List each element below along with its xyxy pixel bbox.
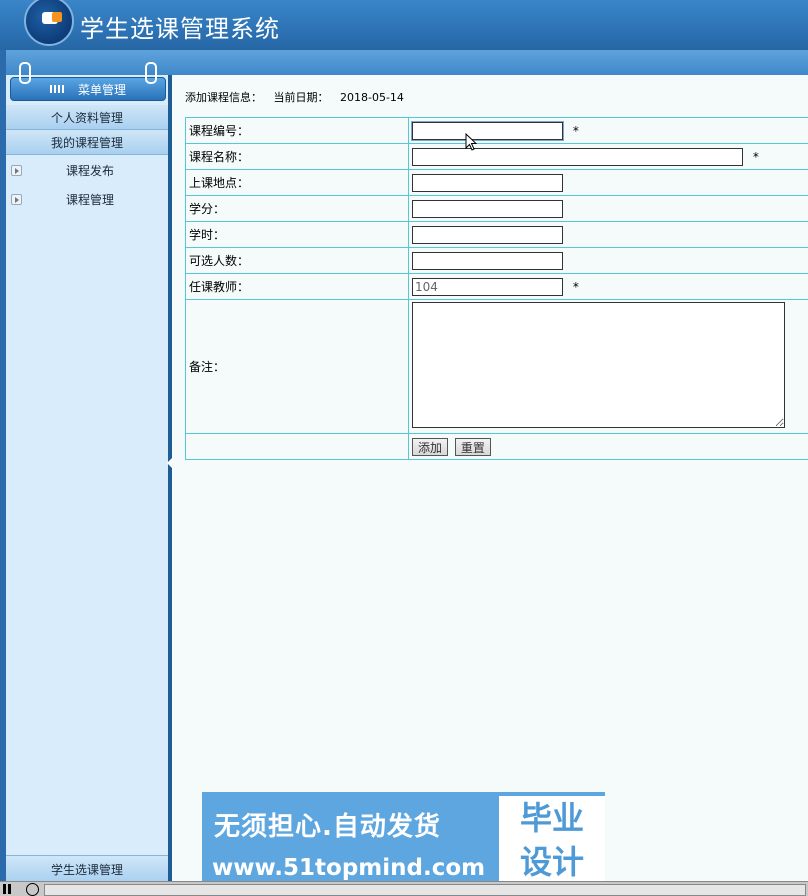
sidebar-section-profile[interactable]: 个人资料管理 (6, 105, 168, 130)
capacity-input[interactable] (412, 252, 563, 270)
sidebar-item-course-publish[interactable]: 课程发布 (6, 157, 168, 183)
sub-toolbar (6, 50, 808, 75)
field-label: 课程名称： (186, 144, 409, 170)
sidebar-section-my-courses[interactable]: 我的课程管理 (6, 130, 168, 155)
course-name-input[interactable] (412, 148, 743, 166)
logo-dot (52, 12, 62, 22)
field-label: 任课教师： (186, 274, 409, 300)
main-content: 添加课程信息： 当前日期： 2018-05-14 课程编号： * 课程名称： *… (172, 75, 808, 881)
field-cell (409, 170, 808, 196)
required-mark: * (573, 280, 579, 294)
watermark-url: www.51topmind.com (212, 855, 485, 881)
sidebar-item-label: 课程发布 (66, 162, 114, 179)
hours-input[interactable] (412, 226, 563, 244)
sidebar-footer[interactable]: 学生选课管理 (6, 855, 168, 882)
watermark-badge-top: 毕业 (499, 796, 605, 840)
reset-button[interactable]: 重置 (455, 438, 491, 456)
field-label: 备注： (186, 300, 409, 434)
watermark-badge-bottom: 设计 (499, 840, 605, 884)
table-row: 任课教师： * (186, 274, 808, 300)
table-row: 上课地点： (186, 170, 808, 196)
field-cell (409, 248, 808, 274)
menu-grid-icon (50, 85, 64, 93)
table-row: 可选人数： (186, 248, 808, 274)
sidebar-section-label: 个人资料管理 (51, 109, 123, 126)
credit-input[interactable] (412, 200, 563, 218)
table-row: 备注： (186, 300, 808, 434)
field-label: 学分： (186, 196, 409, 222)
field-label: 上课地点： (186, 170, 409, 196)
field-label: 可选人数： (186, 248, 409, 274)
table-row: 学时： (186, 222, 808, 248)
teacher-input[interactable] (412, 278, 563, 296)
field-cell: * (409, 274, 808, 300)
pause-icon[interactable] (3, 884, 11, 894)
table-row: 学分： (186, 196, 808, 222)
binder-ring-icon (19, 62, 31, 84)
add-button[interactable]: 添加 (412, 438, 448, 456)
button-cell: 添加 重置 (409, 434, 808, 460)
sidebar-section-label: 我的课程管理 (51, 134, 123, 151)
field-cell (409, 300, 808, 434)
sidebar-menu-header[interactable]: 菜单管理 (10, 77, 166, 101)
location-input[interactable] (412, 174, 563, 192)
date-label: 当前日期： (274, 91, 329, 104)
page-title: 添加课程信息： (185, 91, 262, 104)
page-info-line: 添加课程信息： 当前日期： 2018-05-14 (185, 89, 412, 105)
date-value: 2018-05-14 (340, 91, 404, 104)
empty-cell (186, 434, 409, 460)
sidebar-menu-title: 菜单管理 (78, 81, 126, 98)
field-cell (409, 196, 808, 222)
app-logo-icon (24, 0, 74, 46)
app-title: 学生选课管理系统 (80, 9, 280, 44)
table-row: 添加 重置 (186, 434, 808, 460)
expand-arrow-icon (11, 194, 22, 205)
course-no-input[interactable] (412, 122, 563, 140)
app-header: 学生选课管理系统 (0, 0, 808, 50)
table-row: 课程名称： * (186, 144, 808, 170)
remark-textarea[interactable] (412, 302, 785, 428)
field-label: 课程编号： (186, 118, 409, 144)
sidebar-footer-label: 学生选课管理 (51, 861, 123, 878)
binder-ring-icon (145, 62, 157, 84)
sidebar-item-course-manage[interactable]: 课程管理 (6, 186, 168, 212)
required-mark: * (573, 124, 579, 138)
progress-track[interactable] (44, 884, 806, 896)
course-form-table: 课程编号： * 课程名称： * 上课地点： 学分： 学时 (185, 117, 808, 460)
field-cell (409, 222, 808, 248)
expand-arrow-icon (11, 165, 22, 176)
required-mark: * (753, 150, 759, 164)
table-row: 课程编号： * (186, 118, 808, 144)
field-label: 学时： (186, 222, 409, 248)
mouse-cursor-icon (465, 133, 479, 153)
watermark-slogan: 无须担心.自动发货 (214, 806, 441, 843)
sidebar: 菜单管理 个人资料管理 我的课程管理 课程发布 课程管理 学生选课管理 (6, 75, 169, 881)
watermark-banner: 无须担心.自动发货 www.51topmind.com 毕业 设计 (202, 792, 605, 895)
media-control-bar (0, 881, 808, 896)
sidebar-item-label: 课程管理 (66, 191, 114, 208)
stop-icon[interactable] (26, 883, 39, 896)
